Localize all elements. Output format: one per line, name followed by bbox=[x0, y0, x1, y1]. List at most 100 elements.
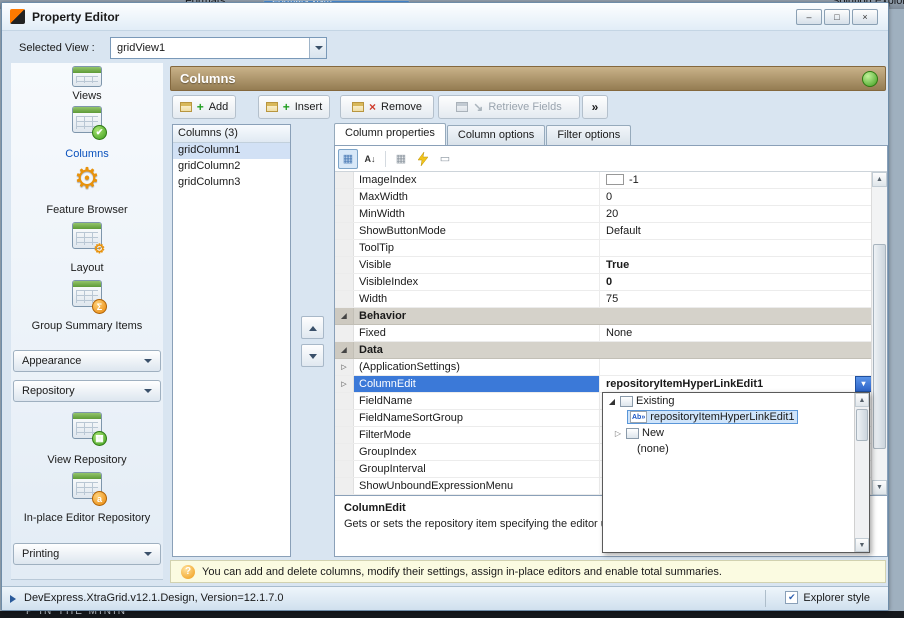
new-editor-icon bbox=[626, 427, 639, 439]
appearance-group-label: Appearance bbox=[22, 355, 82, 367]
tree-item-none[interactable]: (none) bbox=[603, 441, 869, 457]
explorer-style-option[interactable]: ✔ Explorer style bbox=[785, 591, 870, 604]
scroll-down-icon[interactable]: ▼ bbox=[872, 480, 887, 495]
sidebar-item-inplace-editor-repository[interactable]: In-place Editor Repository bbox=[11, 512, 163, 524]
inplace-editor-repository-icon[interactable]: a bbox=[70, 472, 107, 506]
titlebar[interactable]: Property Editor – □ × bbox=[2, 3, 888, 31]
insert-button[interactable]: + Insert bbox=[258, 95, 330, 119]
separator bbox=[765, 590, 766, 607]
property-row[interactable]: ShowButtonMode Default bbox=[335, 223, 872, 240]
move-up-button[interactable] bbox=[301, 316, 324, 339]
property-row[interactable]: MaxWidth 0 bbox=[335, 189, 872, 206]
property-row[interactable]: ▷ (ApplicationSettings) bbox=[335, 359, 872, 376]
explorer-style-checkbox[interactable]: ✔ bbox=[785, 591, 799, 604]
scroll-down-icon[interactable]: ▼ bbox=[855, 538, 869, 552]
scrollbar-thumb[interactable] bbox=[856, 409, 868, 441]
property-tabs: Column properties Column options Filter … bbox=[334, 123, 632, 145]
chevron-down-icon[interactable] bbox=[309, 38, 326, 58]
maximize-button[interactable]: □ bbox=[824, 9, 850, 25]
selected-view-label: Selected View : bbox=[19, 42, 95, 54]
property-row-columnedit[interactable]: ▷ ColumnEdit repositoryItemHyperLinkEdit1 ▾ bbox=[335, 376, 872, 393]
category-row-data[interactable]: ◢ Data bbox=[335, 342, 872, 359]
printing-group-button[interactable]: Printing bbox=[13, 543, 161, 565]
collapse-triangle-icon: ◢ bbox=[335, 342, 354, 358]
table-icon bbox=[179, 102, 192, 112]
sidebar-item-view-repository[interactable]: View Repository bbox=[11, 454, 163, 466]
selected-view-combobox[interactable]: gridView1 bbox=[110, 37, 327, 59]
tree-node-existing[interactable]: ◢ Existing bbox=[603, 393, 869, 409]
sort-alphabetical-icon[interactable]: A↓ bbox=[360, 149, 380, 169]
columns-list-header: Columns (3) bbox=[173, 125, 290, 143]
popup-scrollbar[interactable]: ▲ ▼ bbox=[854, 393, 869, 552]
expanded-triangle-icon[interactable]: ◢ bbox=[607, 397, 617, 406]
events-bolt-icon[interactable] bbox=[413, 149, 433, 169]
tree-item-repositoryitem[interactable]: Ab» repositoryItemHyperLinkEdit1 bbox=[603, 409, 869, 425]
sidebar-item-columns[interactable]: Columns bbox=[11, 148, 163, 160]
sidebar-item-feature-browser[interactable]: Feature Browser bbox=[11, 204, 163, 216]
sidebar-item-group-summary-items[interactable]: Group Summary Items bbox=[11, 320, 163, 332]
vertical-scrollbar[interactable]: ▲ ▼ bbox=[871, 172, 887, 495]
layout-icon[interactable]: ⚙ bbox=[70, 222, 105, 256]
sidebar-item-views[interactable]: Views bbox=[11, 90, 163, 102]
view-repository-icon[interactable]: ▦ bbox=[70, 412, 107, 446]
status-bar: DevExpress.XtraGrid.v12.1.Design, Versio… bbox=[2, 586, 888, 610]
section-title: Columns bbox=[180, 71, 236, 86]
property-row[interactable]: ImageIndex -1 bbox=[335, 172, 872, 189]
property-row[interactable]: ToolTip bbox=[335, 240, 872, 257]
grid-view-icon[interactable]: ▦ bbox=[391, 149, 411, 169]
retrieve-fields-button[interactable]: ↘ Retrieve Fields bbox=[438, 95, 580, 119]
scrollbar-thumb[interactable] bbox=[873, 244, 886, 449]
table-icon bbox=[456, 102, 469, 112]
remove-button[interactable]: × Remove bbox=[340, 95, 434, 119]
category-row-behavior[interactable]: ◢ Behavior bbox=[335, 308, 872, 325]
scroll-up-icon[interactable]: ▲ bbox=[855, 393, 869, 407]
list-item-gridcolumn1[interactable]: gridColumn1 bbox=[173, 143, 290, 159]
property-row[interactable]: Visible True bbox=[335, 257, 872, 274]
columns-icon[interactable]: ✔ bbox=[70, 106, 107, 140]
more-options-button[interactable]: » bbox=[582, 95, 608, 119]
group-summary-items-icon[interactable]: Σ bbox=[70, 280, 107, 314]
sigma-badge-icon: Σ bbox=[92, 299, 107, 314]
tab-column-properties[interactable]: Column properties bbox=[334, 123, 446, 145]
collapse-triangle-icon: ◢ bbox=[335, 308, 354, 324]
property-row[interactable]: MinWidth 20 bbox=[335, 206, 872, 223]
tree-node-new[interactable]: ▷ New bbox=[603, 425, 869, 441]
list-item-gridcolumn3[interactable]: gridColumn3 bbox=[173, 175, 290, 191]
add-button[interactable]: + Add bbox=[172, 95, 236, 119]
feature-browser-icon[interactable]: ⚙ bbox=[74, 164, 100, 194]
scroll-up-icon[interactable]: ▲ bbox=[872, 172, 887, 187]
editor-dropdown-button[interactable]: ▾ bbox=[855, 376, 872, 392]
categorized-view-icon[interactable]: ▦ bbox=[338, 148, 358, 169]
expand-triangle-icon: ▷ bbox=[335, 359, 354, 375]
columns-list-panel: Columns (3) gridColumn1 gridColumn2 grid… bbox=[172, 124, 291, 557]
chevron-down-icon bbox=[144, 389, 152, 393]
arrow-icon: ↘ bbox=[473, 100, 484, 114]
sidebar-item-layout[interactable]: Layout bbox=[11, 262, 163, 274]
repository-group-button[interactable]: Repository bbox=[13, 380, 161, 402]
table-icon bbox=[265, 102, 278, 112]
info-bar: ? You can add and delete columns, modify… bbox=[170, 560, 886, 583]
editor-badge-icon: a bbox=[92, 491, 107, 506]
property-row[interactable]: Fixed None bbox=[335, 325, 872, 342]
help-icon: ? bbox=[181, 564, 195, 579]
property-row[interactable]: VisibleIndex 0 bbox=[335, 274, 872, 291]
editor-dropdown-popup: ◢ Existing Ab» repositoryItemHyperLinkEd… bbox=[602, 392, 870, 553]
tab-column-options[interactable]: Column options bbox=[446, 125, 546, 145]
background-bottom-strip: P IN THE MININ bbox=[0, 611, 904, 618]
tab-filter-options[interactable]: Filter options bbox=[546, 125, 632, 145]
screen: Formats Formats.xlsm Solution Explorer P… bbox=[0, 0, 904, 618]
move-down-button[interactable] bbox=[301, 344, 324, 367]
property-row[interactable]: Width 75 bbox=[335, 291, 872, 308]
chevron-down-icon bbox=[309, 354, 317, 359]
minimize-button[interactable]: – bbox=[796, 9, 822, 25]
help-orb-icon[interactable] bbox=[862, 71, 878, 87]
collapsed-triangle-icon[interactable]: ▷ bbox=[613, 429, 623, 438]
gear-badge-icon: ⚙ bbox=[93, 240, 106, 256]
chevron-down-icon bbox=[144, 552, 152, 556]
appearance-group-button[interactable]: Appearance bbox=[13, 350, 161, 372]
property-editor-window: Property Editor – □ × Selected View : gr… bbox=[1, 2, 889, 611]
assembly-version-text: DevExpress.XtraGrid.v12.1.Design, Versio… bbox=[24, 592, 284, 604]
property-pages-icon[interactable]: ▭ bbox=[435, 149, 455, 169]
list-item-gridcolumn2[interactable]: gridColumn2 bbox=[173, 159, 290, 175]
close-button[interactable]: × bbox=[852, 9, 878, 25]
